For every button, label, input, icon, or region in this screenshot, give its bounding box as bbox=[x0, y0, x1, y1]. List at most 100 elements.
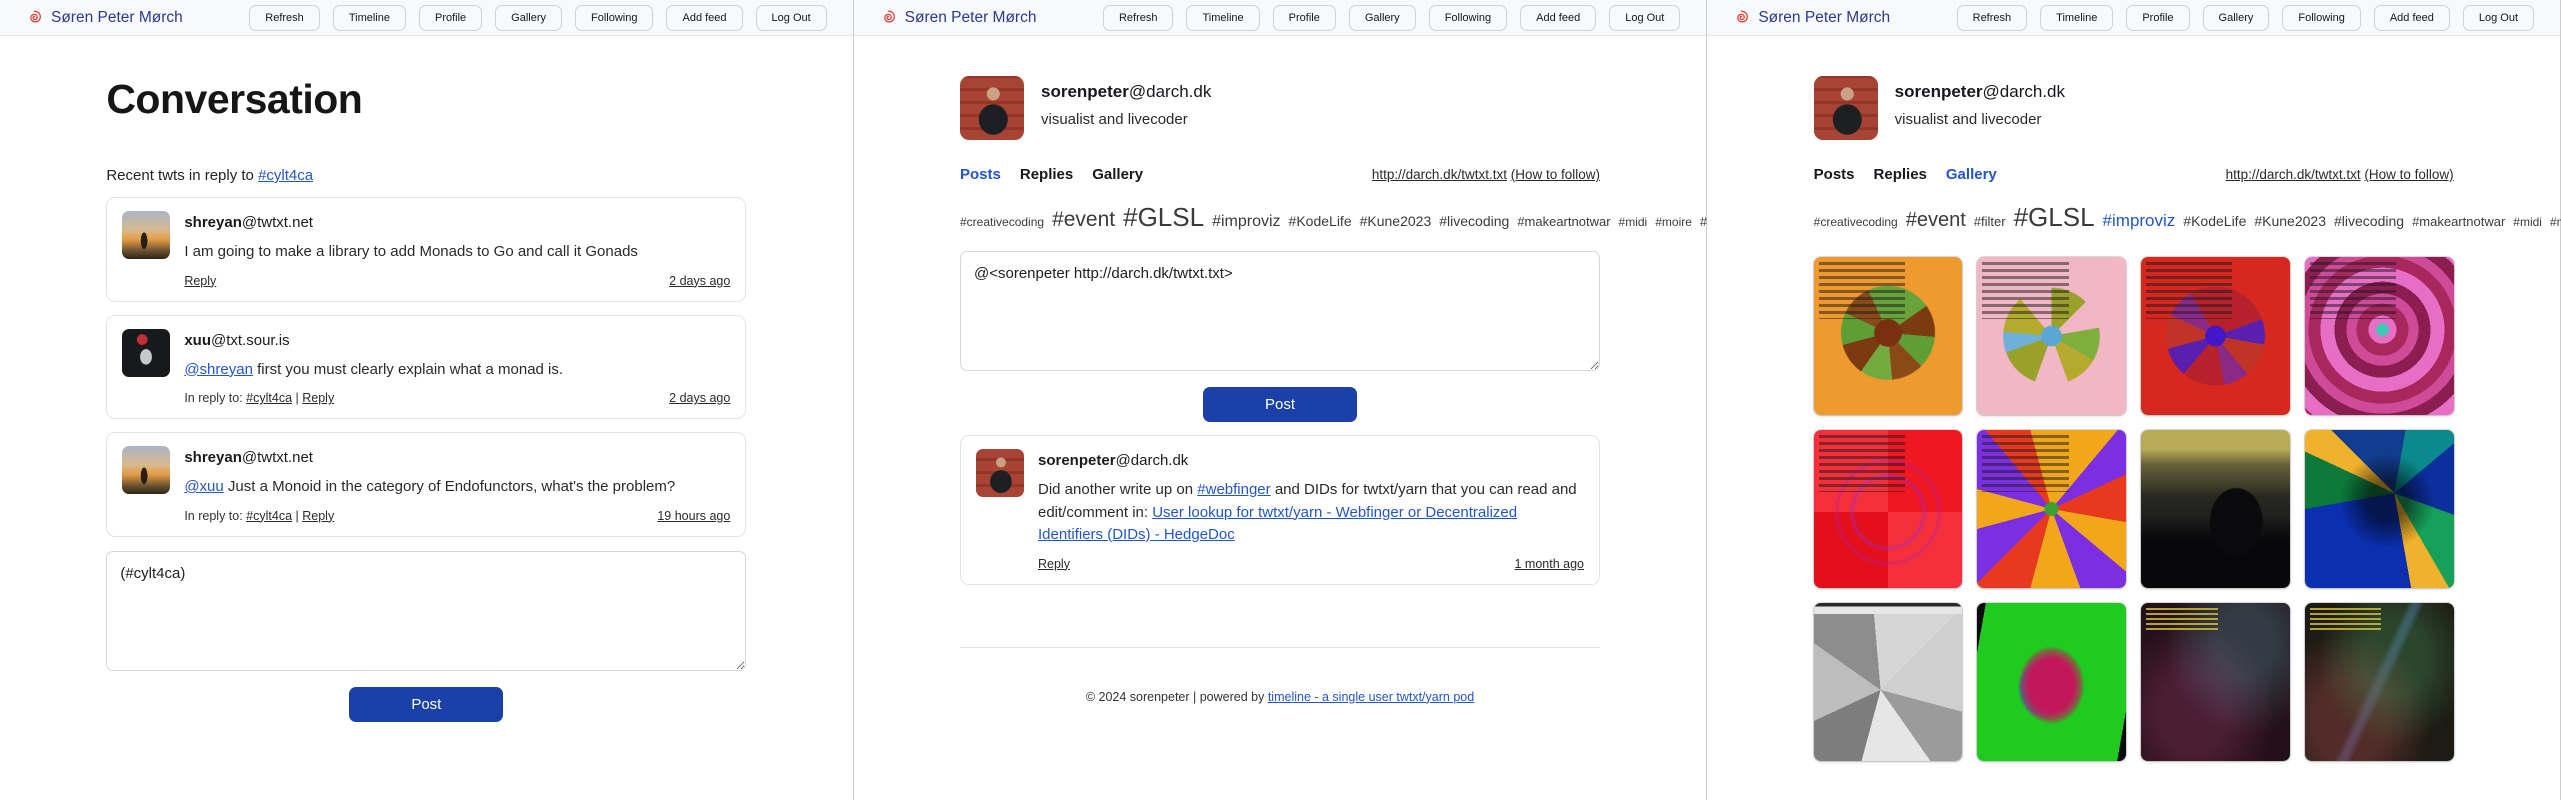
twt-text: @shreyan first you must clearly explain … bbox=[184, 359, 730, 382]
nav-add-feed-button[interactable]: Add feed bbox=[2374, 5, 2450, 31]
nav-profile-button[interactable]: Profile bbox=[1273, 5, 1336, 31]
tab-gallery[interactable]: Gallery bbox=[1946, 166, 1997, 183]
subtitle-part[interactable]: #cylt4ca bbox=[258, 167, 313, 184]
timestamp-link[interactable]: 1 month ago bbox=[1515, 557, 1585, 571]
site-brand[interactable]: Søren Peter Mørch bbox=[1733, 9, 1890, 27]
meta-part[interactable]: #cylt4ca bbox=[246, 391, 292, 405]
nav-gallery-button[interactable]: Gallery bbox=[2203, 5, 2270, 31]
nav-add-feed-button[interactable]: Add feed bbox=[666, 5, 742, 31]
tag-link[interactable]: #GLSL bbox=[1123, 202, 1204, 232]
twt-text-part: I am going to make a library to add Mona… bbox=[184, 243, 638, 260]
tag-link[interactable]: #moire bbox=[1655, 215, 1692, 229]
meta-part[interactable]: Reply bbox=[1038, 557, 1070, 571]
meta-part[interactable]: Reply bbox=[302, 391, 334, 405]
nav-gallery-button[interactable]: Gallery bbox=[495, 5, 562, 31]
twt-text-part[interactable]: @xuu bbox=[184, 478, 223, 495]
app-header: Søren Peter Mørch Refresh Timeline Profile… bbox=[0, 0, 853, 36]
nav-following-button[interactable]: Following bbox=[1429, 5, 1507, 31]
tag-link[interactable]: #livecoding bbox=[1439, 213, 1509, 229]
tag-link[interactable]: #creativecoding bbox=[960, 215, 1044, 229]
tag-link[interactable]: #GLSL bbox=[2014, 202, 2095, 232]
nav-gallery-button[interactable]: Gallery bbox=[1349, 5, 1416, 31]
site-brand[interactable]: Søren Peter Mørch bbox=[26, 9, 183, 27]
meta-part[interactable]: #cylt4ca bbox=[246, 509, 292, 523]
timestamp-link[interactable]: 2 days ago bbox=[669, 274, 730, 288]
nav-log-out-button[interactable]: Log Out bbox=[1609, 5, 1680, 31]
tag-link[interactable]: #improviz bbox=[1212, 213, 1280, 230]
nav-profile-button[interactable]: Profile bbox=[419, 5, 482, 31]
gallery-image[interactable] bbox=[1977, 257, 2126, 415]
timestamp-link[interactable]: 2 days ago bbox=[669, 391, 730, 405]
twt-text-part[interactable]: #webfinger bbox=[1197, 481, 1270, 498]
twt-text: I am going to make a library to add Mona… bbox=[184, 241, 730, 264]
tag-link[interactable]: #KodeLife bbox=[2183, 213, 2246, 229]
reply-composer-textarea[interactable]: (#cylt4ca) bbox=[106, 551, 746, 671]
nav-profile-button[interactable]: Profile bbox=[2126, 5, 2189, 31]
gallery-image[interactable] bbox=[2305, 430, 2454, 588]
tag-link[interactable]: #creativecoding bbox=[1814, 215, 1898, 229]
tag-link[interactable]: #Kune2023 bbox=[2254, 213, 2326, 229]
post-button[interactable]: Post bbox=[349, 687, 503, 722]
nav-refresh-button[interactable]: Refresh bbox=[1957, 5, 2028, 31]
spiral-logo-icon bbox=[26, 9, 43, 26]
tab-replies[interactable]: Replies bbox=[1874, 166, 1927, 183]
profile-host: @darch.dk bbox=[1983, 82, 2065, 101]
tab-posts[interactable]: Posts bbox=[960, 166, 1001, 183]
twt-text-part[interactable]: @shreyan bbox=[184, 361, 253, 378]
tab-posts[interactable]: Posts bbox=[1814, 166, 1855, 183]
site-title: Søren Peter Mørch bbox=[51, 9, 183, 27]
author-handle[interactable]: sorenpeter bbox=[1038, 452, 1116, 469]
tag-link[interactable]: #makeartnotwar bbox=[2412, 214, 2505, 229]
gallery-image[interactable] bbox=[1814, 430, 1963, 588]
gallery-image[interactable] bbox=[2305, 603, 2454, 761]
tag-link[interactable]: #improviz bbox=[2103, 211, 2176, 230]
tab-gallery[interactable]: Gallery bbox=[1092, 166, 1143, 183]
author-handle[interactable]: shreyan bbox=[184, 214, 242, 231]
gallery-image[interactable] bbox=[1814, 257, 1963, 415]
site-brand[interactable]: Søren Peter Mørch bbox=[880, 9, 1037, 27]
twt-text: @xuu Just a Monoid in the category of En… bbox=[184, 476, 730, 499]
tag-link[interactable]: #makeartnotwar bbox=[1517, 214, 1610, 229]
tag-link[interactable]: #livecoding bbox=[2334, 213, 2404, 229]
gallery-image[interactable] bbox=[1977, 430, 2126, 588]
tag-link[interactable]: #event bbox=[1052, 208, 1115, 231]
nav-following-button[interactable]: Following bbox=[2282, 5, 2360, 31]
mention-composer-textarea[interactable]: @<sorenpeter http://darch.dk/twtxt.txt> bbox=[960, 251, 1600, 371]
meta-part[interactable]: Reply bbox=[184, 274, 216, 288]
tag-link[interactable]: #filter bbox=[1974, 214, 2006, 229]
post-button[interactable]: Post bbox=[1203, 387, 1357, 422]
nav-add-feed-button[interactable]: Add feed bbox=[1520, 5, 1596, 31]
feed-url-part[interactable]: http://darch.dk/twtxt.txt bbox=[2226, 167, 2361, 182]
nav-log-out-button[interactable]: Log Out bbox=[2463, 5, 2534, 31]
feed-url-part[interactable]: (How to follow) bbox=[1511, 167, 1600, 182]
nav-timeline-button[interactable]: Timeline bbox=[1186, 5, 1259, 31]
tab-replies[interactable]: Replies bbox=[1020, 166, 1073, 183]
tag-link[interactable]: #moire bbox=[2550, 215, 2561, 229]
tag-link[interactable]: #event bbox=[1906, 209, 1966, 231]
twt-meta: In reply to: #cylt4ca | Reply 19 hours a… bbox=[184, 509, 730, 523]
author-handle[interactable]: shreyan bbox=[184, 449, 242, 466]
tag-link[interactable]: #midi bbox=[2513, 215, 2542, 229]
header-nav: Refresh Timeline Profile Gallery Following Ad… bbox=[1957, 5, 2534, 31]
feed-url-part[interactable]: (How to follow) bbox=[2364, 167, 2453, 182]
nav-refresh-button[interactable]: Refresh bbox=[249, 5, 320, 31]
gallery-image[interactable] bbox=[2141, 257, 2290, 415]
timestamp-link[interactable]: 19 hours ago bbox=[657, 509, 730, 523]
tag-link[interactable]: #midi bbox=[1619, 215, 1648, 229]
tag-link[interactable]: #Kune2023 bbox=[1360, 213, 1432, 229]
nav-timeline-button[interactable]: Timeline bbox=[333, 5, 406, 31]
gallery-image[interactable] bbox=[1814, 603, 1963, 761]
gallery-image[interactable] bbox=[2141, 603, 2290, 761]
nav-log-out-button[interactable]: Log Out bbox=[756, 5, 827, 31]
author-handle[interactable]: xuu bbox=[184, 332, 211, 349]
meta-part[interactable]: Reply bbox=[302, 509, 334, 523]
gallery-image[interactable] bbox=[2305, 257, 2454, 415]
tag-link[interactable]: #KodeLife bbox=[1289, 213, 1352, 229]
footer-part[interactable]: timeline - a single user twtxt/yarn pod bbox=[1268, 690, 1474, 704]
gallery-image[interactable] bbox=[1977, 603, 2126, 761]
feed-url-part[interactable]: http://darch.dk/twtxt.txt bbox=[1372, 167, 1507, 182]
nav-refresh-button[interactable]: Refresh bbox=[1103, 5, 1174, 31]
gallery-image[interactable] bbox=[2141, 430, 2290, 588]
nav-timeline-button[interactable]: Timeline bbox=[2040, 5, 2113, 31]
nav-following-button[interactable]: Following bbox=[575, 5, 653, 31]
